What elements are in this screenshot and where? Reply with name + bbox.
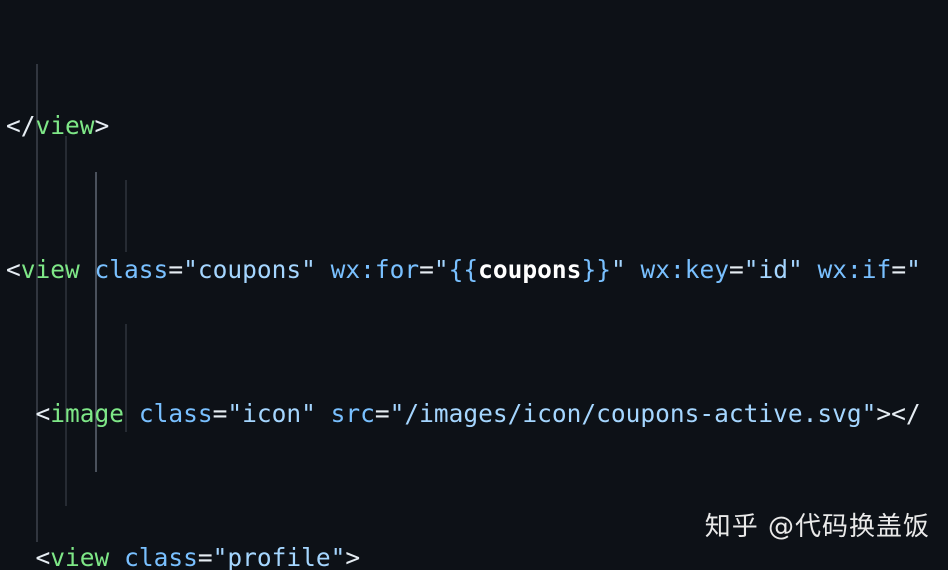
code-line[interactable]: <view class="coupons" wx:for="{{coupons}… [0, 252, 948, 288]
code-line[interactable]: <view class="profile"> [0, 540, 948, 570]
code-line[interactable]: </view> [0, 108, 948, 144]
watermark: 知乎 @代码换盖饭 [704, 512, 930, 542]
code-line[interactable]: <image class="icon" src="/images/icon/co… [0, 396, 948, 432]
code-editor-screenshot: </view> <view class="coupons" wx:for="{{… [0, 0, 948, 570]
code-content[interactable]: </view> <view class="coupons" wx:for="{{… [0, 0, 948, 570]
